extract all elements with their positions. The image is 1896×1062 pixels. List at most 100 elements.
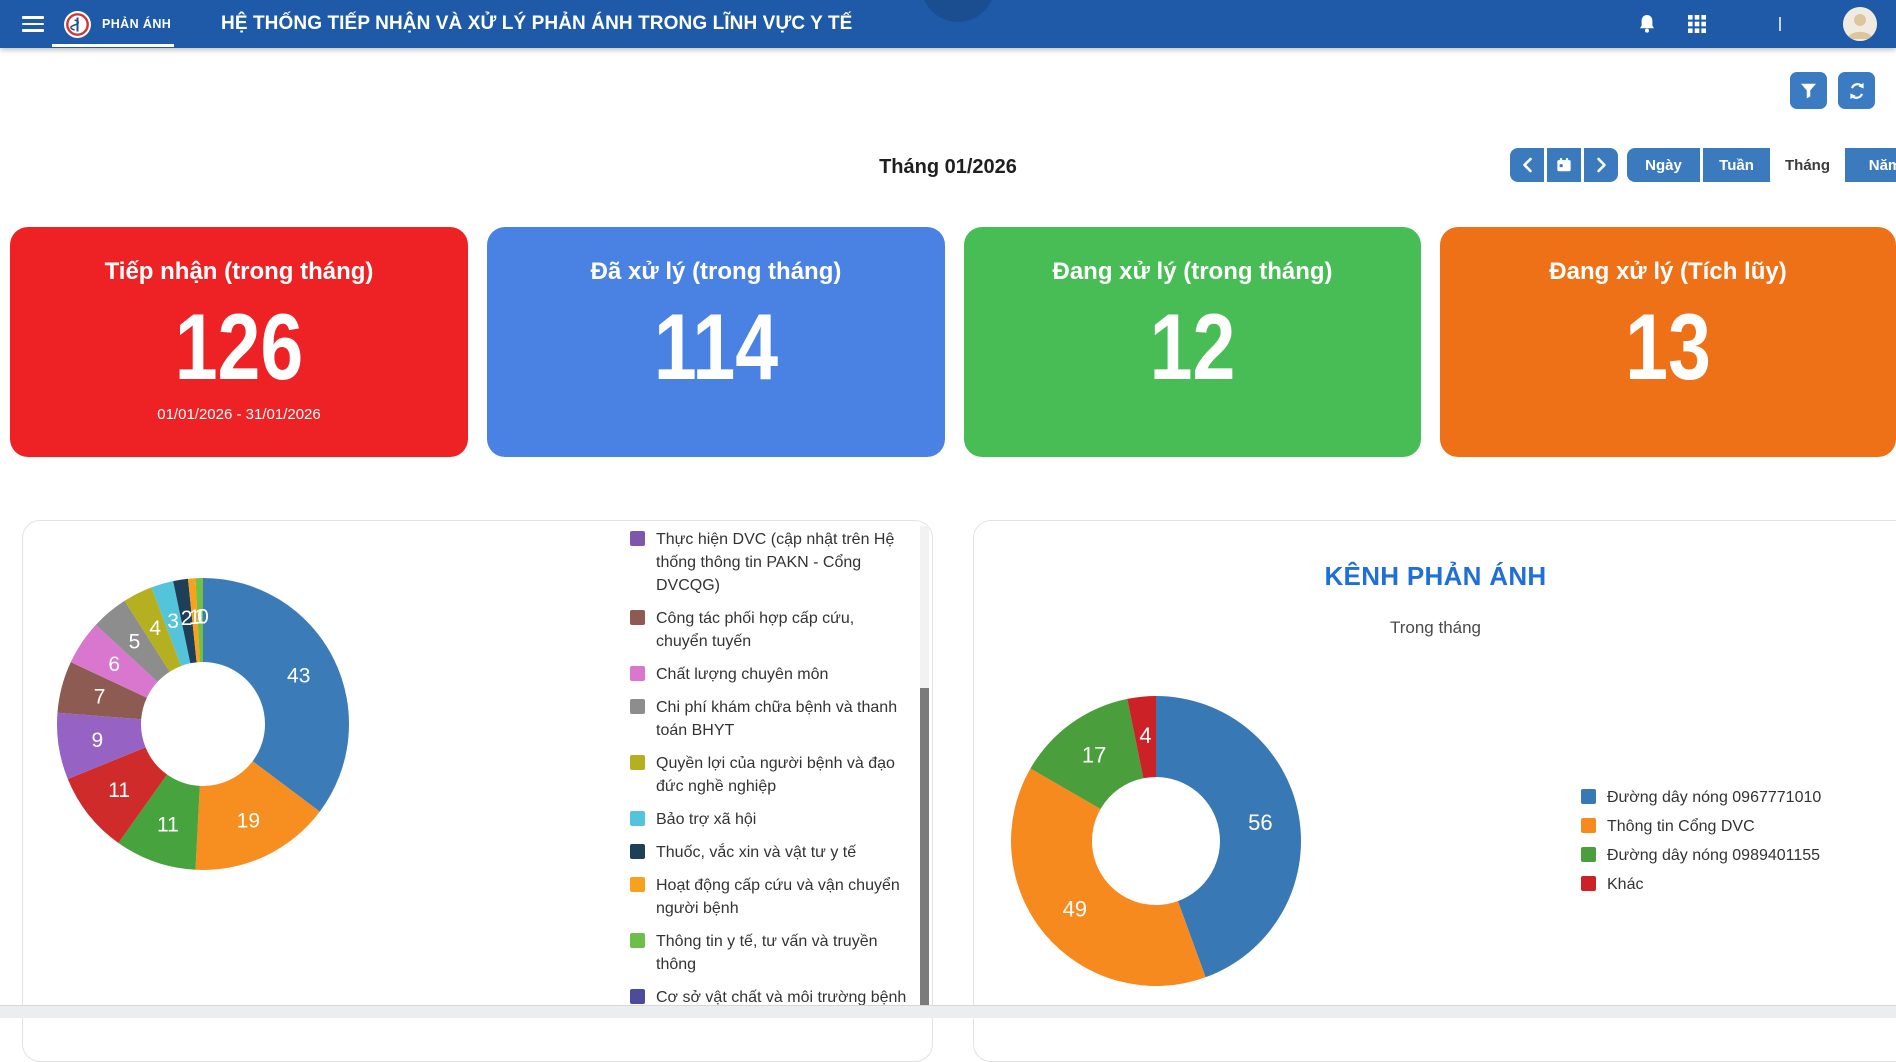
next-period-button[interactable] xyxy=(1584,148,1618,182)
legend-item[interactable]: Cơ sở vật chất và môi trường bệnh viện xyxy=(630,986,908,1005)
slice-label: 11 xyxy=(157,814,179,837)
legend-label: Bảo trợ xã hội xyxy=(656,808,756,831)
refresh-icon xyxy=(1847,81,1867,101)
stat-card-inprogress-month: Đang xử lý (trong tháng) 12 xyxy=(964,227,1421,457)
refresh-button[interactable] xyxy=(1838,72,1875,109)
legend-label: Hoạt động cấp cứu và vận chuyển người bệ… xyxy=(656,874,908,920)
view-month-button[interactable]: Tháng xyxy=(1773,148,1842,182)
legend-item[interactable]: Thực hiện DVC (cập nhật trên Hệ thống th… xyxy=(630,528,908,597)
slice-label: 4 xyxy=(149,617,161,640)
filter-button[interactable] xyxy=(1790,72,1827,109)
legend-swatch xyxy=(630,933,645,948)
legend-item[interactable]: Thuốc, vắc xin và vật tư y tế xyxy=(630,841,908,864)
apps-grid-icon xyxy=(1686,13,1708,35)
stat-card-value: 12 xyxy=(1005,300,1380,394)
legend-label: Quyền lợi của người bệnh và đạo đức nghề… xyxy=(656,752,908,798)
legend-item[interactable]: Chi phí khám chữa bệnh và thanh toán BHY… xyxy=(630,696,908,742)
legend-swatch xyxy=(630,989,645,1004)
app-logo-icon xyxy=(64,11,91,38)
menu-button[interactable] xyxy=(22,10,50,38)
slice-label: 6 xyxy=(108,653,120,676)
legend-swatch xyxy=(1581,847,1596,862)
slice-label: 4 xyxy=(1139,723,1151,748)
slice-label: 49 xyxy=(1063,897,1087,922)
app-title: HỆ THỐNG TIẾP NHẬN VÀ XỬ LÝ PHẢN ÁNH TRO… xyxy=(221,13,852,35)
view-year-button[interactable]: Năm xyxy=(1845,148,1896,182)
view-day-button[interactable]: Ngày xyxy=(1627,148,1700,182)
content-donut-chart: 431911119765432110 xyxy=(51,572,355,876)
slice-label: 5 xyxy=(129,630,141,653)
stat-card-processed: Đã xử lý (trong tháng) 114 xyxy=(487,227,945,457)
slice-label: 9 xyxy=(91,729,103,752)
user-avatar[interactable] xyxy=(1843,7,1877,41)
legend-scrollbar-thumb[interactable] xyxy=(920,688,929,1005)
legend-item[interactable]: Hoạt động cấp cứu và vận chuyển người bệ… xyxy=(630,874,908,920)
bell-icon xyxy=(1635,12,1659,36)
slice-label: 7 xyxy=(94,685,106,708)
legend-item[interactable]: Quyền lợi của người bệnh và đạo đức nghề… xyxy=(630,752,908,798)
slice-label: 3 xyxy=(167,610,179,633)
legend-item[interactable]: Chất lượng chuyên môn xyxy=(630,663,908,686)
content-legend: Thực hiện DVC (cập nhật trên Hệ thống th… xyxy=(630,528,908,1005)
legend-item[interactable]: Thông tin y tế, tư vấn và truyền thông xyxy=(630,930,908,976)
legend-label: Khác xyxy=(1607,873,1643,896)
legend-swatch xyxy=(1581,789,1596,804)
page-horizontal-scrollbar[interactable] xyxy=(0,1005,1896,1018)
legend-swatch xyxy=(630,877,645,892)
brand-tab[interactable]: PHẢN ÁNH xyxy=(64,6,171,42)
legend-item[interactable]: Thông tin Cổng DVC xyxy=(1581,815,1881,838)
stat-card-inprogress-total: Đang xử lý (Tích lũy) 13 xyxy=(1440,227,1896,457)
apps-grid-button[interactable] xyxy=(1682,9,1712,39)
legend-swatch xyxy=(630,610,645,625)
calendar-icon xyxy=(1554,155,1574,175)
active-tab-underline xyxy=(52,44,174,47)
slice-label: 19 xyxy=(237,809,260,832)
legend-item[interactable]: Khác xyxy=(1581,873,1881,896)
channel-legend: Đường dây nóng 0967771010 Thông tin Cổng … xyxy=(1581,786,1881,902)
legend-swatch xyxy=(1581,876,1596,891)
legend-swatch xyxy=(630,666,645,681)
legend-swatch xyxy=(630,699,645,714)
stat-card-title: Tiếp nhận (trong tháng) xyxy=(10,258,468,286)
legend-item[interactable]: Đường dây nóng 0967771010 xyxy=(1581,786,1881,809)
chart-title: KÊNH PHẢN ÁNH xyxy=(974,561,1896,592)
stat-card-value: 114 xyxy=(528,300,904,394)
legend-item[interactable]: Đường dây nóng 0989401155 xyxy=(1581,844,1881,867)
legend-scrollbar-track[interactable] xyxy=(920,526,929,1005)
slice-label: 11 xyxy=(108,779,130,802)
legend-label: Công tác phối hợp cấp cứu, chuyển tuyến xyxy=(656,607,908,653)
legend-swatch xyxy=(630,811,645,826)
legend-label: Thông tin y tế, tư vấn và truyền thông xyxy=(656,930,908,976)
legend-label: Cơ sở vật chất và môi trường bệnh viện xyxy=(656,986,908,1005)
donut-slice[interactable] xyxy=(1011,769,1206,987)
stat-card-subtitle: 01/01/2026 - 31/01/2026 xyxy=(10,406,468,423)
legend-label: Thực hiện DVC (cập nhật trên Hệ thống th… xyxy=(656,528,908,597)
funnel-icon xyxy=(1799,81,1818,100)
legend-item[interactable]: Bảo trợ xã hội xyxy=(630,808,908,831)
legend-swatch xyxy=(630,844,645,859)
legend-item[interactable]: Công tác phối hợp cấp cứu, chuyển tuyến xyxy=(630,607,908,653)
stat-card-value: 13 xyxy=(1481,300,1855,394)
stat-card-title: Đã xử lý (trong tháng) xyxy=(487,258,945,286)
slice-label: 0 xyxy=(197,606,209,629)
donut-slice[interactable] xyxy=(203,578,349,812)
notifications-button[interactable] xyxy=(1632,9,1662,39)
slice-label: 43 xyxy=(287,665,310,688)
navbar-deco-circle xyxy=(921,0,995,22)
legend-swatch xyxy=(630,755,645,770)
channel-donut-chart: 5649174 xyxy=(1004,689,1308,993)
navbar: PHẢN ÁNH HỆ THỐNG TIẾP NHẬN VÀ XỬ LÝ PHẢ… xyxy=(0,0,1896,48)
legend-swatch xyxy=(630,531,645,546)
period-toolbar: Ngày Tuần Tháng Năm xyxy=(1510,148,1896,182)
stat-card-title: Đang xử lý (trong tháng) xyxy=(964,258,1421,286)
menu-icon xyxy=(22,16,44,19)
view-week-button[interactable]: Tuần xyxy=(1703,148,1770,182)
prev-period-button[interactable] xyxy=(1510,148,1544,182)
slice-label: 56 xyxy=(1248,810,1272,835)
calendar-button[interactable] xyxy=(1547,148,1581,182)
chart-subtitle: Trong tháng xyxy=(974,618,1896,638)
stat-card-title: Đang xử lý (Tích lũy) xyxy=(1440,258,1896,286)
legend-label: Chất lượng chuyên môn xyxy=(656,663,828,686)
legend-label: Đường dây nóng 0989401155 xyxy=(1607,844,1820,867)
stat-card-value: 126 xyxy=(51,300,427,394)
